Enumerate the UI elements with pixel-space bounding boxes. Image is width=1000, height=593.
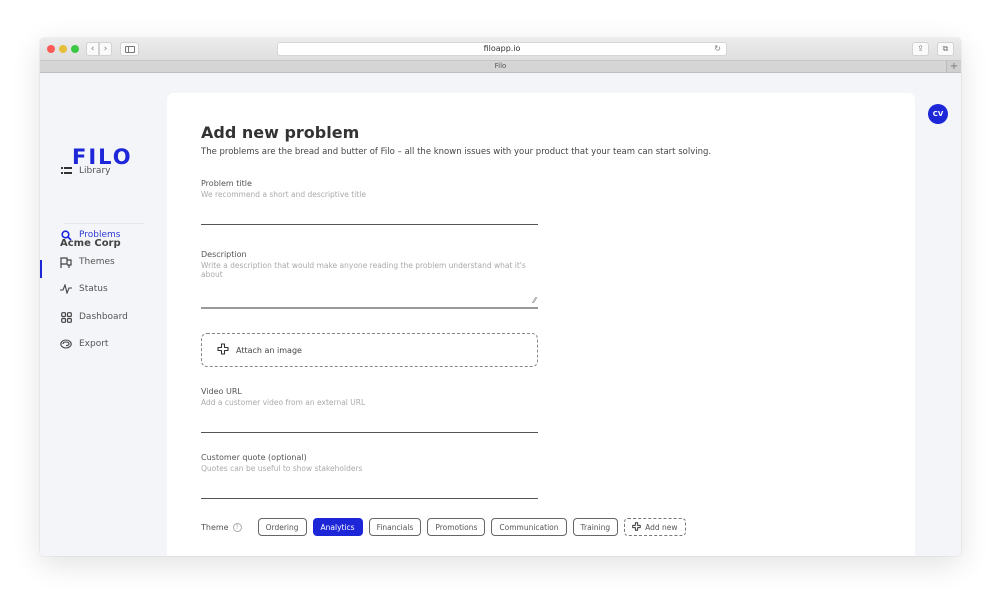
theme-chip-communication[interactable]: Communication xyxy=(491,518,567,536)
share-button[interactable]: ⇪ xyxy=(912,42,929,56)
sidebar-item-label: Problems xyxy=(79,230,121,240)
sidebar-item-label: Dashboard xyxy=(79,312,128,322)
browser-window: ‹ › filoapp.io ↻ ⇪ ⧉ Filo + FILO Library… xyxy=(40,38,961,556)
problem-title-label: Problem title xyxy=(201,179,252,188)
sidebar-item-themes[interactable]: Themes xyxy=(60,255,115,269)
problem-title-input[interactable]: We recommend a short and descriptive tit… xyxy=(201,190,538,199)
page-subtitle: The problems are the bread and butter of… xyxy=(201,147,712,157)
problem-title-field[interactable]: Problem title We recommend a short and d… xyxy=(201,179,538,225)
show-tabs-button[interactable]: ⧉ xyxy=(937,42,954,56)
description-field[interactable]: Description Write a description that wou… xyxy=(201,250,538,314)
customer-quote-label: Customer quote (optional) xyxy=(201,453,307,462)
sidebar-item-label: Themes xyxy=(79,257,115,267)
theme-chip-ordering[interactable]: Ordering xyxy=(257,518,307,536)
pulse-icon xyxy=(60,283,72,295)
close-window-button[interactable] xyxy=(47,45,55,53)
search-icon xyxy=(60,229,72,241)
resize-handle-icon[interactable]: ⁄⁄ xyxy=(533,296,536,305)
sidebar-item-problems[interactable]: Problems xyxy=(60,228,120,242)
customer-quote-underline xyxy=(201,498,538,499)
video-url-field[interactable]: Video URL Add a customer video from an e… xyxy=(201,387,538,433)
forward-button[interactable]: › xyxy=(99,42,112,56)
sidebar-icon xyxy=(124,45,135,53)
tabs-icon: ⧉ xyxy=(942,44,949,53)
reload-icon[interactable]: ↻ xyxy=(714,43,721,55)
theme-selector: Theme ? Ordering Analytics Financials Pr… xyxy=(201,518,686,536)
app-content: FILO Library Acme Corp Problems Themes S… xyxy=(40,73,961,556)
sidebar-item-label: Status xyxy=(79,284,108,294)
description-label: Description xyxy=(201,250,247,259)
grid-icon xyxy=(60,311,72,323)
maximize-window-button[interactable] xyxy=(71,45,79,53)
video-url-input[interactable]: Add a customer video from an external UR… xyxy=(201,398,538,407)
address-bar[interactable]: filoapp.io ↻ xyxy=(277,42,727,56)
minimize-window-button[interactable] xyxy=(59,45,67,53)
description-underline xyxy=(201,307,538,309)
theme-label: Theme ? xyxy=(201,522,242,532)
page-title: Add new problem xyxy=(201,123,360,142)
plus-icon xyxy=(217,343,229,357)
plus-icon xyxy=(632,521,641,533)
list-icon xyxy=(60,165,72,177)
attach-image-button[interactable]: Attach an image xyxy=(201,333,538,367)
theme-chip-financials[interactable]: Financials xyxy=(368,518,422,536)
url-text: filoapp.io xyxy=(483,44,521,53)
customer-quote-field[interactable]: Customer quote (optional) Quotes can be … xyxy=(201,453,538,499)
problem-title-underline xyxy=(201,224,538,225)
video-url-label: Video URL xyxy=(201,387,242,396)
active-indicator xyxy=(40,260,42,278)
sidebar-item-status[interactable]: Status xyxy=(60,282,108,296)
chevron-right-icon: › xyxy=(103,43,108,54)
sidebar-toggle-button[interactable] xyxy=(120,42,139,56)
sidebar-item-label: Library xyxy=(79,166,111,176)
sidebar-item-dashboard[interactable]: Dashboard xyxy=(60,310,128,324)
theme-chip-training[interactable]: Training xyxy=(572,518,619,536)
attach-image-label: Attach an image xyxy=(236,345,302,355)
flag-icon xyxy=(60,256,72,268)
share-icon: ⇪ xyxy=(917,44,924,53)
export-icon xyxy=(60,338,72,350)
add-theme-label: Add new xyxy=(645,522,678,532)
video-url-underline xyxy=(201,432,538,433)
help-icon[interactable]: ? xyxy=(232,522,242,532)
sidebar-divider xyxy=(64,223,144,224)
back-button[interactable]: ‹ xyxy=(86,42,99,56)
theme-chip-promotions[interactable]: Promotions xyxy=(427,518,486,536)
theme-chip-analytics[interactable]: Analytics xyxy=(312,518,363,536)
theme-label-text: Theme xyxy=(201,522,229,532)
description-textarea[interactable]: Write a description that would make anyo… xyxy=(201,261,531,279)
chevron-left-icon: ‹ xyxy=(90,43,95,54)
customer-quote-input[interactable]: Quotes can be useful to show stakeholder… xyxy=(201,464,538,473)
tab-bar: Filo + xyxy=(40,60,961,73)
user-avatar[interactable]: CV xyxy=(928,104,948,124)
add-theme-button[interactable]: Add new xyxy=(624,518,686,536)
sidebar-item-export[interactable]: Export xyxy=(60,337,108,351)
sidebar-item-library[interactable]: Library xyxy=(60,164,110,178)
sidebar-item-label: Export xyxy=(79,339,109,349)
add-problem-card: Add new problem The problems are the bre… xyxy=(167,93,915,556)
browser-titlebar: ‹ › filoapp.io ↻ ⇪ ⧉ xyxy=(40,38,961,60)
new-tab-button[interactable]: + xyxy=(946,61,961,72)
tab-filo[interactable]: Filo xyxy=(495,62,507,70)
